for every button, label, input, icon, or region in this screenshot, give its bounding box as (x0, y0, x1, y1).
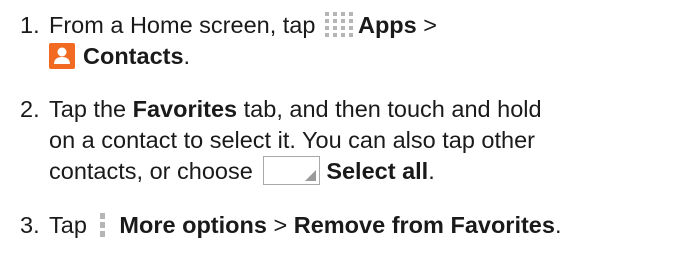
step-text-segment: . (183, 43, 191, 69)
step-text-segment: contacts, or choose (49, 158, 253, 184)
step-number: 3. (20, 212, 40, 238)
step-number: 2. (20, 96, 40, 122)
checkbox-icon (263, 156, 321, 186)
step-text: Tap More options > Remove from Favorites… (49, 210, 679, 241)
apps-label: Apps (357, 12, 417, 38)
more-options-label: More options (119, 212, 267, 238)
step-text-segment: From a Home screen, tap (49, 12, 316, 38)
more-options-icon (95, 211, 111, 239)
step-text-segment: > (273, 212, 288, 238)
select-all-label: Select all (326, 158, 429, 184)
step-text-segment: Tap the (49, 96, 127, 122)
remove-from-favorites-label: Remove from Favorites (293, 212, 555, 238)
step-text: From a Home screen, tap Apps > Contacts. (49, 10, 679, 72)
step-text-segment: Tap (49, 212, 87, 238)
step-text: Tap the Favorites tab, and then touch an… (49, 94, 679, 187)
step-number: 1. (20, 12, 40, 38)
step-text-segment: > (423, 12, 437, 38)
apps-grid-icon (324, 11, 354, 39)
step-text-segment: . (554, 212, 562, 238)
contacts-icon (49, 42, 75, 69)
step-text-segment: on a contact to select it. You can also … (49, 127, 535, 153)
step-text-segment: . (428, 158, 435, 184)
favorites-label: Favorites (132, 96, 238, 122)
contacts-label: Contacts (83, 43, 184, 69)
step-text-segment: tab, and then touch and hold (243, 96, 542, 122)
